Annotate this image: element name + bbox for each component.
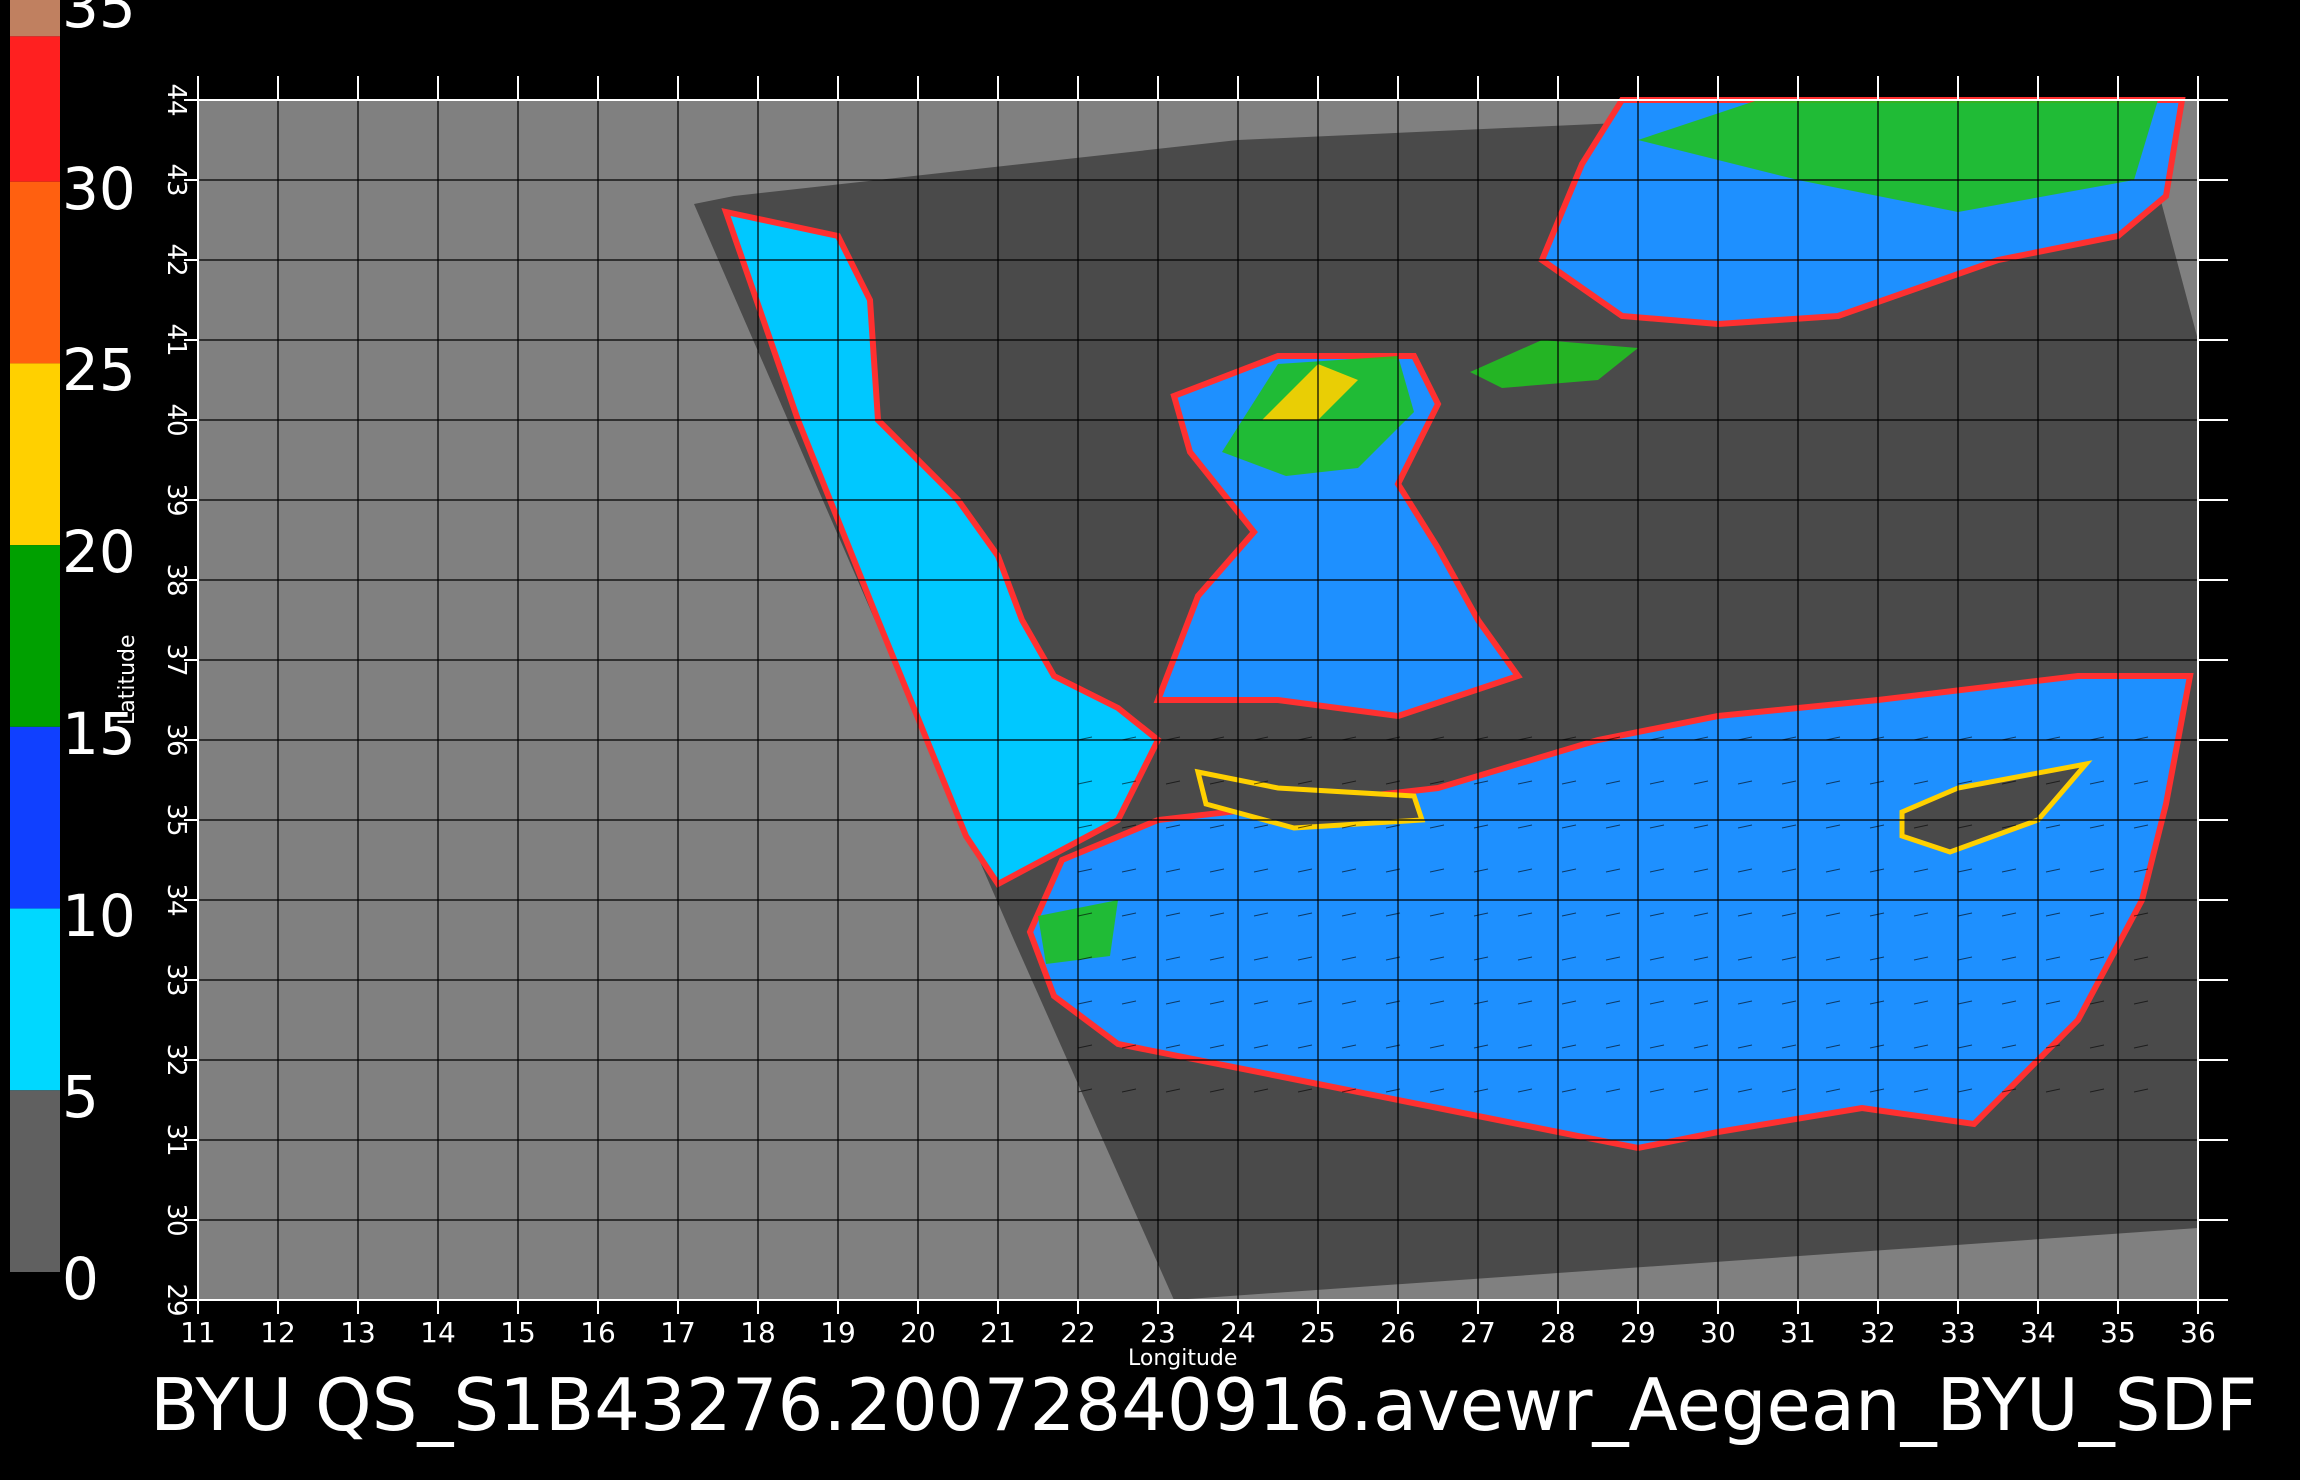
lat-tick-label: 32 — [161, 1043, 191, 1076]
lon-tick-label: 34 — [2020, 1316, 2056, 1349]
lon-tick-label: 17 — [660, 1316, 696, 1349]
lat-tick-label: 41 — [161, 323, 191, 356]
lon-tick-label: 25 — [1300, 1316, 1336, 1349]
lon-tick-label: 32 — [1860, 1316, 1896, 1349]
lat-tick-label: 34 — [161, 883, 191, 916]
lat-tick-label: 38 — [161, 563, 191, 596]
lon-tick-label: 28 — [1540, 1316, 1576, 1349]
lon-tick-label: 24 — [1220, 1316, 1256, 1349]
lat-tick-label: 36 — [161, 723, 191, 756]
lon-tick-label: 22 — [1060, 1316, 1096, 1349]
lat-tick-label: 35 — [161, 803, 191, 836]
lon-tick-label: 14 — [420, 1316, 456, 1349]
lon-tick-label: 15 — [500, 1316, 536, 1349]
lon-tick-label: 13 — [340, 1316, 376, 1349]
lat-tick-label: 30 — [161, 1203, 191, 1236]
y-axis-title: Latitude — [115, 634, 140, 725]
lon-tick-label: 23 — [1140, 1316, 1176, 1349]
lon-tick-label: 35 — [2100, 1316, 2136, 1349]
lon-tick-label: 12 — [260, 1316, 296, 1349]
lon-tick-label: 21 — [980, 1316, 1016, 1349]
lon-tick-label: 30 — [1700, 1316, 1736, 1349]
lon-tick-label: 16 — [580, 1316, 616, 1349]
lat-tick-label: 42 — [161, 243, 191, 276]
lat-tick-label: 43 — [161, 163, 191, 196]
product-caption: BYU QS_S1B43276.20072840916.avewr_Aegean… — [150, 1363, 2258, 1447]
lon-tick-label: 18 — [740, 1316, 776, 1349]
lat-tick-label: 31 — [161, 1123, 191, 1156]
lon-tick-label: 31 — [1780, 1316, 1816, 1349]
lon-tick-label: 33 — [1940, 1316, 1976, 1349]
lon-tick-label: 26 — [1380, 1316, 1416, 1349]
wind-map: 11 12 13 14 15 16 17 18 19 20 21 22 23 24 25 26 27 28 29 30… — [161, 76, 2228, 1349]
lon-tick-label: 36 — [2180, 1316, 2216, 1349]
lat-tick-label: 40 — [161, 403, 191, 436]
lat-tick-label: 29 — [161, 1283, 191, 1316]
lon-tick-label: 19 — [820, 1316, 856, 1349]
lat-tick-label: 33 — [161, 963, 191, 996]
lat-tick-label: 44 — [161, 83, 191, 116]
lon-tick-label: 29 — [1620, 1316, 1656, 1349]
lon-tick-label: 27 — [1460, 1316, 1496, 1349]
lat-tick-label: 39 — [161, 483, 191, 516]
lat-tick-label: 37 — [161, 643, 191, 676]
lon-tick-label: 11 — [180, 1316, 216, 1349]
lon-tick-label: 20 — [900, 1316, 936, 1349]
